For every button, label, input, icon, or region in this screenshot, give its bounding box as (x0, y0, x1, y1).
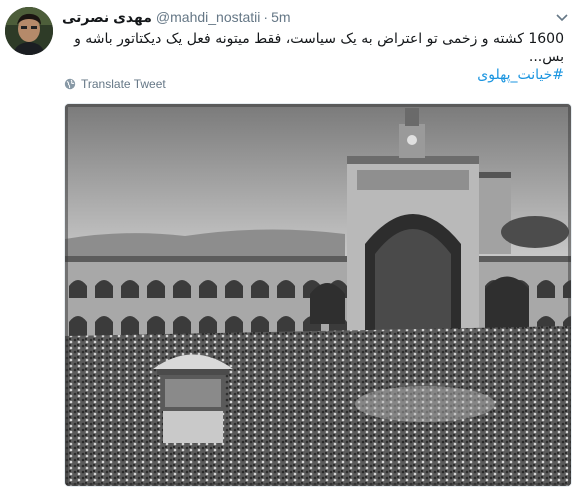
translate-tweet-button[interactable]: Translate Tweet (64, 77, 166, 91)
tweet-timestamp[interactable]: 5m (271, 9, 290, 25)
chevron-down-icon[interactable] (555, 10, 569, 24)
tweet-body: 1600 کشته و زخمی تو اعتراض به یک سیاست، … (74, 31, 564, 65)
tweet-header: مهدی نصرتی @mahdi_nostatii · 5m (62, 8, 291, 26)
hashtag-link[interactable]: #خیانت_پهلوی (477, 67, 564, 83)
globe-icon (64, 78, 76, 90)
user-handle[interactable]: @mahdi_nostatii (156, 9, 261, 25)
tweet-photo[interactable] (64, 103, 572, 487)
tweet-text: 1600 کشته و زخمی تو اعتراض به یک سیاست، … (62, 30, 564, 84)
translate-label: Translate Tweet (81, 77, 166, 91)
display-name[interactable]: مهدی نصرتی (62, 9, 152, 26)
separator-dot: · (263, 9, 269, 25)
avatar[interactable] (5, 7, 53, 55)
